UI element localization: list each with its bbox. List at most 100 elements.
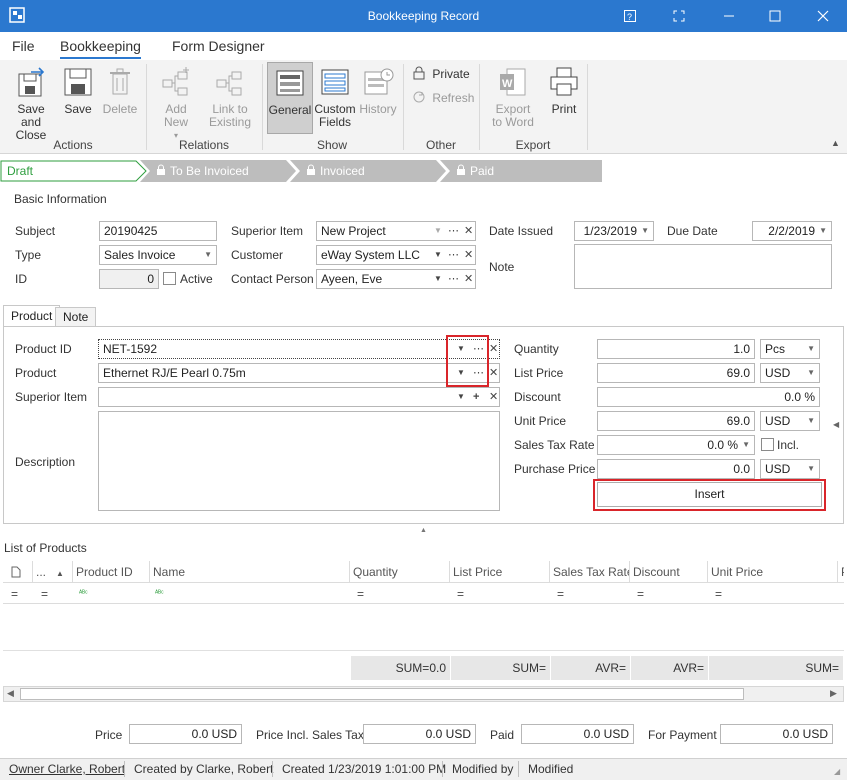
filter-equals-icon[interactable]: = xyxy=(637,583,644,605)
type-select[interactable]: Sales Invoice ▼ xyxy=(99,245,217,265)
tab-product[interactable]: Product xyxy=(3,305,61,327)
description-textarea[interactable] xyxy=(98,411,500,511)
quantity-unit-select[interactable]: Pcs ▼ xyxy=(760,339,820,359)
chevron-down-icon[interactable]: ▼ xyxy=(434,246,442,264)
clear-icon[interactable]: ✕ xyxy=(489,340,498,358)
contact-person-field[interactable]: Ayeen, Eve ▼ ⋯ ✕ xyxy=(316,269,476,289)
save-button[interactable]: Save xyxy=(60,66,96,116)
chevron-down-icon[interactable]: ▼ xyxy=(434,222,442,240)
discount-input[interactable]: 0.0 % xyxy=(597,387,820,407)
chevron-down-icon: ▼ xyxy=(807,344,815,353)
filter-equals-icon[interactable]: = xyxy=(457,583,464,605)
chevron-down-icon[interactable]: ▼ xyxy=(434,270,442,288)
horizontal-scrollbar[interactable]: ◀ ▶ xyxy=(3,686,844,702)
filter-text-icon[interactable]: ᴬᴮᶜ xyxy=(155,583,164,605)
product-superior-item-field[interactable]: ▼ + ✕ xyxy=(98,387,500,407)
grid-col-quantity[interactable]: Quantity xyxy=(350,561,450,583)
general-button[interactable]: General xyxy=(267,62,313,134)
unit-price-currency-select[interactable]: USD ▼ xyxy=(760,411,820,431)
custom-fields-button[interactable]: Custom Fields xyxy=(314,66,356,129)
product-id-field[interactable]: NET-1592 ▼ ⋯ ✕ xyxy=(98,339,500,359)
chevron-down-icon: ▼ xyxy=(807,416,815,425)
scroll-right-icon[interactable]: ▶ xyxy=(830,688,837,699)
custom-fields-label-2: Fields xyxy=(318,115,351,129)
collapse-ribbon-icon[interactable]: ▲ xyxy=(831,138,840,148)
save-and-close-button[interactable]: Save and Close xyxy=(6,66,56,142)
more-icon[interactable]: ⋯ xyxy=(448,246,459,264)
scroll-thumb[interactable] xyxy=(20,688,744,700)
workflow-step-paid[interactable]: Paid xyxy=(440,160,602,182)
more-icon[interactable]: ⋯ xyxy=(448,270,459,288)
fullscreen-icon[interactable] xyxy=(656,0,702,32)
product-field[interactable]: Ethernet RJ/E Pearl 0.75m ▼ ⋯ ✕ xyxy=(98,363,500,383)
status-owner[interactable]: Owner Clarke, Robert xyxy=(9,762,125,776)
splitter-icon[interactable]: ▲ xyxy=(420,527,427,534)
filter-text-icon[interactable]: ᴬᴮᶜ xyxy=(79,583,88,605)
link-to-existing-button[interactable]: Link to Existing xyxy=(203,66,257,129)
subject-input[interactable]: 20190425 xyxy=(99,221,217,241)
grid-col-list-price[interactable]: List Price xyxy=(450,561,550,583)
grid-col-product-id[interactable]: Product ID xyxy=(73,561,150,583)
insert-button[interactable]: Insert xyxy=(597,482,822,507)
scroll-left-icon[interactable]: ◀ xyxy=(7,688,14,699)
grid-col-unit-price[interactable]: Unit Price xyxy=(708,561,838,583)
menu-file[interactable]: File xyxy=(12,38,35,54)
delete-button[interactable]: Delete xyxy=(101,66,139,116)
maximize-button[interactable] xyxy=(752,0,798,32)
help-icon[interactable]: ? xyxy=(607,0,653,32)
workflow-step-draft[interactable]: Draft xyxy=(0,160,148,182)
more-icon[interactable]: ⋯ xyxy=(448,222,459,240)
clear-icon[interactable]: ✕ xyxy=(489,388,498,406)
print-button[interactable]: Print xyxy=(546,66,582,116)
filter-equals-icon[interactable]: = xyxy=(11,583,18,605)
customer-field[interactable]: eWay System LLC ▼ ⋯ ✕ xyxy=(316,245,476,265)
menu-bookkeeping[interactable]: Bookkeeping xyxy=(60,38,141,59)
chevron-down-icon[interactable]: ▼ xyxy=(457,388,465,406)
grid-col-name[interactable]: Name xyxy=(150,561,350,583)
sales-tax-rate-select[interactable]: 0.0 % ▼ xyxy=(597,435,755,455)
clear-icon[interactable]: ✕ xyxy=(464,222,473,240)
superior-item-field[interactable]: New Project ▼ ⋯ ✕ xyxy=(316,221,476,241)
add-icon[interactable]: + xyxy=(473,388,479,406)
minimize-button[interactable] xyxy=(706,0,752,32)
expand-panel-icon[interactable]: ◀ xyxy=(833,420,839,429)
grid-col-discount[interactable]: Discount xyxy=(630,561,708,583)
grid-col-sales-tax-rate[interactable]: Sales Tax Rate xyxy=(550,561,630,583)
add-new-button[interactable]: Add New ▾ xyxy=(152,66,200,142)
private-button[interactable]: Private xyxy=(412,66,472,83)
filter-equals-icon[interactable]: = xyxy=(557,583,564,605)
purchase-price-input[interactable]: 0.0 xyxy=(597,459,755,479)
close-button[interactable] xyxy=(800,0,846,32)
workflow-step-invoiced[interactable]: Invoiced xyxy=(290,160,448,182)
tab-note[interactable]: Note xyxy=(55,307,97,327)
menu-form-designer[interactable]: Form Designer xyxy=(172,38,265,54)
unit-price-input[interactable]: 69.0 xyxy=(597,411,755,431)
active-label: Active xyxy=(180,272,213,286)
date-issued-field[interactable]: 1/23/2019 ▼ xyxy=(574,221,654,241)
export-to-word-button[interactable]: W Export to Word xyxy=(485,66,541,129)
list-price-input[interactable]: 69.0 xyxy=(597,363,755,383)
chevron-down-icon: ▼ xyxy=(819,226,827,235)
purchase-price-currency-select[interactable]: USD ▼ xyxy=(760,459,820,479)
active-checkbox[interactable] xyxy=(163,272,176,285)
clear-icon[interactable]: ✕ xyxy=(464,270,473,288)
resize-grip-icon[interactable]: ◢ xyxy=(834,767,840,776)
note-textarea[interactable] xyxy=(574,244,832,289)
type-value: Sales Invoice xyxy=(104,248,176,262)
filter-equals-icon[interactable]: = xyxy=(41,583,48,605)
refresh-button[interactable]: Refresh xyxy=(412,90,476,107)
filter-equals-icon[interactable]: = xyxy=(715,583,722,605)
list-price-currency-select[interactable]: USD ▼ xyxy=(760,363,820,383)
due-date-field[interactable]: 2/2/2019 ▼ xyxy=(752,221,832,241)
incl-checkbox[interactable] xyxy=(761,438,774,451)
quantity-input[interactable]: 1.0 xyxy=(597,339,755,359)
grid-col-p[interactable]: P xyxy=(838,561,844,583)
workflow-step-to-be-invoiced[interactable]: To Be Invoiced xyxy=(140,160,298,182)
clear-icon[interactable]: ✕ xyxy=(464,246,473,264)
clear-icon[interactable]: ✕ xyxy=(489,364,498,382)
new-row-icon[interactable] xyxy=(3,561,33,583)
grid-col-more[interactable]: ... ▲ xyxy=(33,561,73,583)
chevron-down-icon: ▼ xyxy=(807,368,815,377)
filter-equals-icon[interactable]: = xyxy=(357,583,364,605)
history-button[interactable]: History xyxy=(358,66,398,116)
